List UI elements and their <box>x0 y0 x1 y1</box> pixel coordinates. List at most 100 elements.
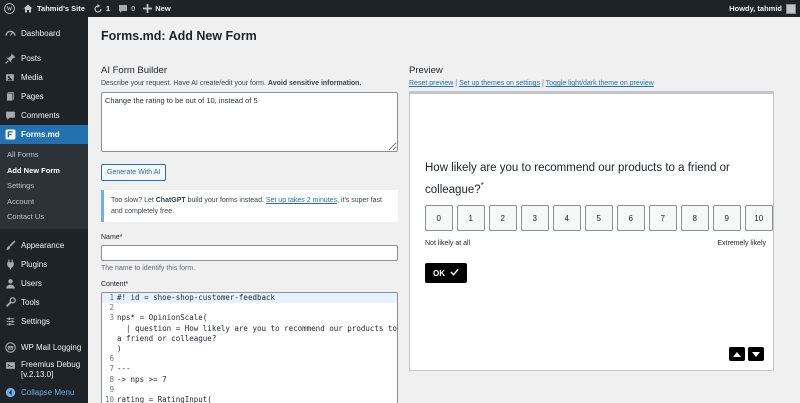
scale-option[interactable]: 5 <box>585 205 613 231</box>
menu-tools-label: Tools <box>21 297 40 307</box>
scale-option[interactable]: 3 <box>521 205 549 231</box>
ok-button[interactable]: OK <box>425 263 467 283</box>
question-text: How likely are you to recommend our prod… <box>425 160 765 199</box>
admin-bar: W Tahmid's Site 1 0 New Howdy, tahmid <box>0 0 800 17</box>
updates-link[interactable]: 1 <box>89 0 114 17</box>
themes-settings-link[interactable]: Set up themes on settings <box>459 80 540 87</box>
paintbrush-icon <box>5 240 16 251</box>
code-text: nps* = OpinionScale( <box>117 313 208 323</box>
content-label-text: Content <box>101 281 126 288</box>
my-account-link[interactable]: Howdy, tahmid <box>729 3 800 14</box>
code-line: 8 -> nps >= 7 <box>102 375 397 385</box>
chevron-up-icon <box>733 350 741 359</box>
submenu-settings[interactable]: Settings <box>0 178 88 194</box>
toggle-theme-link[interactable]: Toggle light/dark theme on preview <box>546 80 654 87</box>
code-line: 9 <box>102 385 397 395</box>
name-input[interactable] <box>101 245 398 261</box>
code-text: a friend or colleague? <box>117 333 217 343</box>
svg-text:W: W <box>6 7 12 13</box>
ok-label: OK <box>433 268 445 278</box>
code-line: a friend or colleague? <box>102 334 397 344</box>
wordpress-logo-icon[interactable]: W <box>0 0 19 17</box>
menu-posts[interactable]: Posts <box>0 49 88 68</box>
menu-freemius-debug[interactable]: Freemius Debug [v.2.13.0] <box>0 357 88 383</box>
submenu-add-new-form[interactable]: Add New Form <box>0 163 88 179</box>
comments-count: 0 <box>131 4 136 13</box>
admin-sidebar: Dashboard Posts Media Pages Comments For… <box>0 17 88 403</box>
menu-plugins-label: Plugins <box>21 259 48 269</box>
ai-builder-warning: Avoid sensitive information. <box>267 80 362 87</box>
pages-icon <box>5 91 16 102</box>
code-text: rating = RatingInput( <box>117 394 212 403</box>
code-text: --- <box>117 364 131 374</box>
site-name-link[interactable]: Tahmid's Site <box>19 0 89 17</box>
menu-tools[interactable]: Tools <box>0 293 88 312</box>
code-line: 3 nps* = OpinionScale( <box>102 313 397 323</box>
scale-option[interactable]: 2 <box>489 205 517 231</box>
submenu-contact-us[interactable]: Contact Us <box>0 209 88 225</box>
updates-count: 1 <box>105 4 111 13</box>
collapse-menu-button[interactable]: Collapse Menu <box>0 383 88 402</box>
settings-icon <box>5 316 16 327</box>
line-number <box>102 344 117 354</box>
scale-option[interactable]: 1 <box>457 205 485 231</box>
scale-option[interactable]: 4 <box>553 205 581 231</box>
dashboard-icon <box>5 28 16 39</box>
scale-option[interactable]: 7 <box>649 205 677 231</box>
menu-comments-label: Comments <box>21 111 60 120</box>
reset-preview-link[interactable]: Reset preview <box>409 80 453 87</box>
main-content: Forms.md: Add New Form AI Form Builder D… <box>88 17 800 403</box>
menu-appearance-label: Appearance <box>21 240 65 250</box>
menu-media[interactable]: Media <box>0 68 88 87</box>
name-label-text: Name <box>101 234 120 241</box>
notice-text-2: build your forms instead. <box>185 197 266 204</box>
notice-chatgpt: ChatGPT <box>155 197 186 204</box>
menu-plugins[interactable]: Plugins <box>0 255 88 274</box>
preview-title: Preview <box>409 65 443 76</box>
menu-settings[interactable]: Settings <box>0 312 88 331</box>
menu-pages[interactable]: Pages <box>0 87 88 106</box>
scale-option[interactable]: 8 <box>681 205 709 231</box>
previous-button[interactable] <box>729 347 745 361</box>
ai-prompt-textarea[interactable]: Change the rating to be out of 10, inste… <box>101 92 398 152</box>
menu-wp-mail-logging-label: WP Mail Logging <box>21 342 82 352</box>
line-number: 10 <box>104 394 114 403</box>
next-button[interactable] <box>748 347 764 361</box>
menu-settings-label: Settings <box>21 316 50 326</box>
content-code-editor[interactable]: 1 #! id = shoe-shop-customer-feedback 2 3… <box>101 292 398 403</box>
comments-link[interactable]: 0 <box>114 0 139 17</box>
menu-dashboard-label: Dashboard <box>21 29 61 38</box>
form-editor-column: AI Form Builder Describe your request. H… <box>101 65 398 403</box>
code-line: | question = How likely are you to recom… <box>102 324 397 334</box>
scale-option[interactable]: 10 <box>745 205 773 231</box>
code-line: 2 <box>102 303 397 313</box>
scale-low-label: Not likely at all <box>425 240 471 247</box>
wrench-icon <box>5 296 16 308</box>
menu-appearance[interactable]: Appearance <box>0 236 88 255</box>
setup-link[interactable]: Set up takes 2 minutes <box>266 197 337 204</box>
generate-with-ai-button[interactable]: Generate With AI <box>101 164 167 181</box>
freemius-debug-text: Freemius Debug <box>21 359 81 369</box>
menu-dashboard[interactable]: Dashboard <box>0 24 88 43</box>
freemius-version-text: [v.2.13.0] <box>21 369 54 379</box>
collapse-menu-label: Collapse Menu <box>21 387 75 397</box>
scale-option[interactable]: 6 <box>617 205 645 231</box>
form-preview-frame: How likely are you to recommend our prod… <box>409 91 774 371</box>
page-title: Forms.md: Add New Form <box>101 29 257 43</box>
menu-formsmd[interactable]: Forms.md <box>0 125 88 144</box>
scale-option[interactable]: 0 <box>425 205 453 231</box>
menu-users[interactable]: Users <box>0 274 88 293</box>
comment-bubble-icon <box>118 4 128 14</box>
line-number: 1 <box>109 293 114 302</box>
submenu-account[interactable]: Account <box>0 194 88 210</box>
preview-links: Reset preview | Set up themes on setting… <box>409 80 774 87</box>
line-number <box>102 334 117 344</box>
new-content-link[interactable]: New <box>139 0 174 17</box>
submenu-all-forms[interactable]: All Forms <box>0 147 88 163</box>
mail-icon <box>5 341 16 353</box>
menu-users-label: Users <box>21 278 42 288</box>
menu-comments[interactable]: Comments <box>0 106 88 125</box>
menu-wp-mail-logging[interactable]: WP Mail Logging <box>0 338 88 357</box>
scale-option[interactable]: 9 <box>713 205 741 231</box>
code-text: #! id = shoe-shop-customer-feedback <box>117 293 276 302</box>
